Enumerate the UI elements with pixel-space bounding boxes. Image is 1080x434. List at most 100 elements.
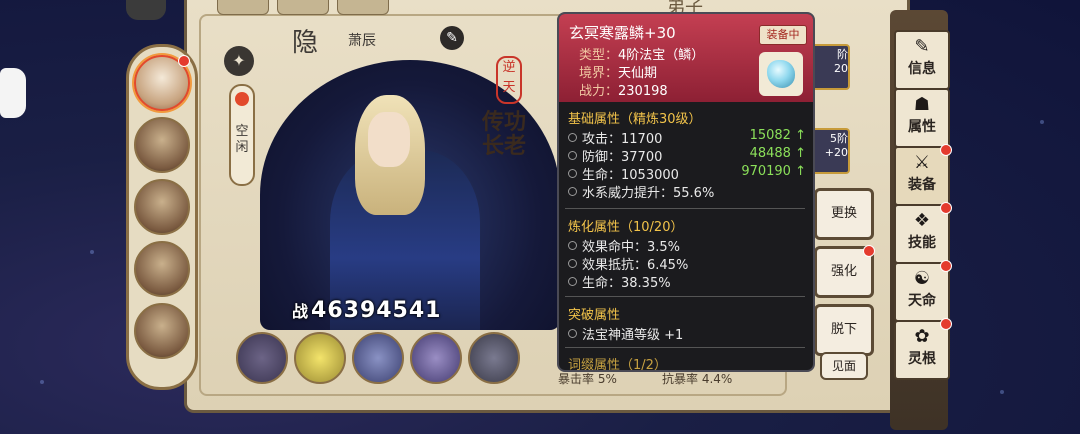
hidden-marker: 隐	[292, 28, 319, 58]
tab-label: 装备	[908, 177, 936, 193]
slot-text: 5阶	[830, 132, 848, 145]
slot-text: 阶	[837, 48, 848, 61]
replace-label: 更换	[830, 206, 857, 221]
tab-destiny[interactable]: ☯ 天命	[894, 260, 952, 322]
divider	[565, 347, 805, 348]
back-button[interactable]	[126, 0, 166, 20]
section-title: 基础属性（精炼30级）	[568, 112, 702, 127]
disciple-portrait[interactable]	[134, 241, 190, 297]
disciple-portrait[interactable]	[134, 303, 190, 359]
background-sparkle	[40, 380, 44, 384]
bullet-icon	[568, 241, 577, 250]
meta-value: 天仙期	[618, 66, 658, 81]
arrow-up-icon: ↑	[795, 164, 806, 179]
title-seal: 逆天	[496, 56, 522, 104]
tab-equipment[interactable]: ⚔ 装备	[894, 144, 952, 206]
skill-slot[interactable]	[352, 332, 404, 384]
tab-label: 信息	[908, 61, 936, 77]
item-tooltip: 玄冥寒露鳞+30 装备中 类型：4阶法宝（鳞） 境界：天仙期 战力：230198…	[557, 12, 815, 372]
attr-label: 攻击：11700	[582, 132, 663, 147]
status-label: 空闲	[235, 124, 249, 155]
attr-row: 效果命中：3.5%	[568, 236, 806, 255]
meta-key: 类型：	[579, 48, 619, 63]
info-icon: ✎	[914, 36, 930, 57]
attr-row: 水系威力提升：55.6%	[568, 182, 806, 201]
character-face	[368, 112, 410, 167]
bullet-icon	[568, 187, 577, 196]
name-row: 隐 萧辰 ✎	[292, 20, 472, 60]
next-value: 15082	[749, 128, 791, 143]
status-dot	[235, 92, 249, 106]
background-sparkle	[1000, 390, 1004, 394]
title-calligraphy: 传功长老	[482, 109, 527, 159]
notification-dot	[940, 260, 952, 272]
item-realm: 境界：天仙期	[579, 66, 657, 81]
disciple-portrait[interactable]	[134, 179, 190, 235]
tab-skills[interactable]: ❖ 技能	[894, 202, 952, 264]
affix-section-title: 词缀属性（1/2）	[568, 358, 667, 372]
star-icon[interactable]: ✦	[224, 46, 254, 76]
equipped-badge: 装备中	[759, 25, 807, 45]
combat-power-prefix: 战	[292, 302, 310, 321]
divider	[565, 208, 805, 209]
tab-label: 灵根	[908, 351, 936, 367]
rename-icon[interactable]: ✎	[440, 26, 464, 50]
floating-avatar[interactable]	[0, 68, 26, 118]
attr-row: 防御：37700 48488 ↑	[568, 146, 806, 165]
next-value: 48488	[749, 146, 791, 161]
attr-label: 生命：38.35%	[582, 276, 671, 291]
skill-slot[interactable]	[410, 332, 462, 384]
scale-gem-icon	[767, 60, 795, 88]
bullet-icon	[568, 133, 577, 142]
see-all-button[interactable]: 见面	[820, 352, 868, 380]
tab-attributes[interactable]: ☗ 属性	[894, 88, 950, 148]
skill-slot[interactable]	[468, 332, 520, 384]
tab-info[interactable]: ✎ 信息	[894, 30, 950, 90]
bullet-icon	[568, 277, 577, 286]
section-title: 突破属性	[568, 308, 621, 323]
attributes-icon: ☗	[913, 94, 931, 115]
enhance-label: 强化	[830, 264, 857, 279]
background-sparkle	[1040, 120, 1044, 124]
item-power: 战力：230198	[579, 84, 668, 99]
attr-label: 效果抵抗：6.45%	[582, 258, 689, 273]
enhance-button[interactable]: 强化	[814, 245, 875, 298]
character-name: 萧辰	[348, 33, 376, 49]
bullet-icon	[568, 169, 577, 178]
upgrade-value: 970190 ↑	[741, 164, 806, 179]
remove-button[interactable]: 脱下	[814, 304, 874, 356]
tab-label: 技能	[908, 235, 936, 251]
top-tab-1[interactable]	[217, 0, 269, 15]
attr-label: 生命：1053000	[582, 168, 679, 183]
divider	[565, 296, 805, 297]
top-tab-2[interactable]	[277, 0, 329, 15]
item-type: 类型：4阶法宝（鳞）	[579, 48, 704, 63]
bullet-icon	[568, 151, 577, 160]
status-pill[interactable]: 空闲	[229, 84, 255, 186]
tab-spirit-root[interactable]: ✿ 灵根	[894, 318, 952, 380]
disciple-portrait-selected[interactable]	[134, 55, 190, 111]
meta-key: 境界：	[579, 66, 619, 81]
upgrade-value: 15082 ↑	[750, 128, 806, 143]
meta-key: 战力：	[579, 84, 619, 99]
arrow-up-icon: ↑	[795, 128, 806, 143]
crit-rate: 暴击率 5%	[558, 372, 617, 386]
skill-slot[interactable]	[236, 332, 288, 384]
slot-text: 20	[834, 62, 848, 75]
tooltip-header: 玄冥寒露鳞+30 装备中 类型：4阶法宝（鳞） 境界：天仙期 战力：230198	[559, 14, 813, 102]
disciple-portrait[interactable]	[134, 117, 190, 173]
next-value: 970190	[741, 164, 791, 179]
skill-slot[interactable]	[294, 332, 346, 384]
replace-button[interactable]: 更换	[814, 188, 874, 240]
notification-dot	[940, 318, 952, 330]
slot-text: +20	[824, 146, 848, 159]
crit-stat: 暴击率 5%	[558, 370, 617, 387]
arrow-up-icon: ↑	[795, 146, 806, 161]
notification-dot	[940, 202, 952, 214]
attr-label: 水系威力提升：55.6%	[582, 186, 715, 201]
upgrade-value: 48488 ↑	[750, 146, 806, 161]
attr-row: 生命：38.35%	[568, 272, 806, 291]
top-tab-3[interactable]	[337, 0, 389, 15]
attr-row: 效果抵抗：6.45%	[568, 254, 806, 273]
disciple-list	[126, 44, 198, 390]
